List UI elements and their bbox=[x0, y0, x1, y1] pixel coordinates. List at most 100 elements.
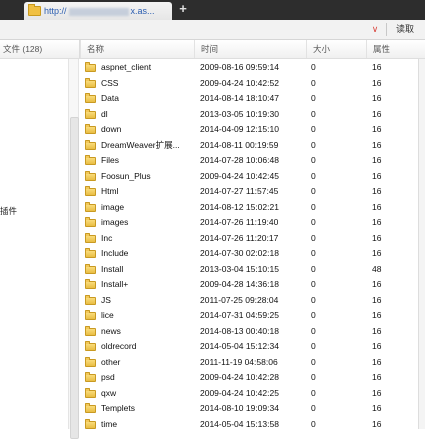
file-attr: 16 bbox=[372, 155, 382, 165]
file-attr: 16 bbox=[372, 248, 382, 258]
file-row[interactable]: image 2014-08-12 15:02:21 0 16 bbox=[80, 200, 425, 216]
tab-url: http:// x.as... bbox=[44, 6, 155, 16]
file-name: qxw bbox=[101, 387, 117, 398]
file-name: lice bbox=[101, 310, 114, 320]
file-row[interactable]: images 2014-07-26 11:19:40 0 16 bbox=[80, 215, 425, 231]
file-row[interactable]: Templets 2014-08-10 19:09:34 0 16 bbox=[80, 401, 425, 417]
folder-icon bbox=[85, 403, 96, 413]
file-row[interactable]: aspnet_client 2009-08-16 09:59:14 0 16 bbox=[80, 60, 425, 76]
folder-icon bbox=[85, 108, 96, 119]
file-name: image bbox=[101, 201, 125, 212]
file-size: 0 bbox=[311, 124, 316, 134]
column-header-time[interactable]: 时间 bbox=[194, 40, 306, 58]
new-tab-button[interactable]: + bbox=[176, 2, 190, 16]
file-attr: 16 bbox=[372, 418, 382, 429]
left-pane-scrollbar[interactable] bbox=[68, 59, 79, 439]
redacted-url bbox=[68, 7, 129, 16]
file-attr: 16 bbox=[372, 139, 382, 150]
file-row[interactable]: qxw 2009-04-24 10:42:25 0 16 bbox=[80, 386, 425, 402]
file-attr: 16 bbox=[372, 279, 382, 289]
file-name: time bbox=[101, 418, 118, 429]
toolbar-divider bbox=[386, 23, 387, 36]
file-row[interactable]: psd 2009-04-24 10:42:28 0 16 bbox=[80, 370, 425, 386]
folder-icon bbox=[85, 217, 96, 227]
file-size: 0 bbox=[311, 387, 316, 398]
file-name: psd bbox=[101, 372, 115, 382]
left-pane-header[interactable]: 文件 (128) bbox=[0, 40, 80, 58]
file-time: 2013-03-05 10:19:30 bbox=[200, 108, 279, 119]
file-size: 0 bbox=[311, 263, 316, 274]
file-size: 0 bbox=[311, 170, 316, 181]
file-row[interactable]: time 2014-05-04 15:13:58 0 16 bbox=[80, 417, 425, 433]
file-attr: 16 bbox=[372, 201, 382, 212]
folder-icon bbox=[85, 155, 96, 165]
file-attr: 16 bbox=[372, 341, 382, 351]
file-name: Templets bbox=[101, 403, 136, 413]
file-name: aspnet_client bbox=[101, 62, 152, 72]
file-row[interactable]: news 2014-08-13 00:40:18 0 16 bbox=[80, 324, 425, 340]
column-header-size[interactable]: 大小 bbox=[306, 40, 366, 58]
file-attr: 16 bbox=[372, 403, 382, 413]
file-name: Inc bbox=[101, 232, 113, 243]
folder-icon bbox=[85, 294, 96, 305]
folder-icon bbox=[85, 232, 96, 243]
file-list-scrollbar[interactable] bbox=[418, 59, 425, 429]
file-time: 2011-07-25 09:28:04 bbox=[200, 294, 279, 305]
file-size: 0 bbox=[311, 279, 316, 289]
file-time: 2014-05-04 15:13:58 bbox=[200, 418, 279, 429]
file-row[interactable]: Data 2014-08-14 18:10:47 0 16 bbox=[80, 91, 425, 107]
file-name: Foosun_Plus bbox=[101, 170, 151, 181]
file-attr: 16 bbox=[372, 186, 382, 196]
column-header-name[interactable]: 名称 bbox=[80, 40, 194, 58]
file-name: down bbox=[101, 124, 122, 134]
folder-icon bbox=[85, 124, 96, 134]
file-row[interactable]: dl 2013-03-05 10:19:30 0 16 bbox=[80, 107, 425, 123]
folder-icon bbox=[85, 310, 96, 320]
folder-icon bbox=[85, 139, 96, 150]
file-time: 2014-07-27 11:57:45 bbox=[200, 186, 279, 196]
toolbar: ∨ 读取 bbox=[0, 20, 425, 40]
file-row[interactable]: CSS 2009-04-24 10:42:52 0 16 bbox=[80, 76, 425, 92]
file-row[interactable]: DreamWeaver扩展... 2014-08-11 00:19:59 0 16 bbox=[80, 138, 425, 154]
left-pane-plugin-item[interactable]: 插件 bbox=[0, 205, 17, 217]
file-name: Include bbox=[101, 248, 129, 258]
scrollbar-thumb[interactable] bbox=[70, 117, 79, 439]
file-size: 0 bbox=[311, 372, 316, 382]
file-attr: 48 bbox=[372, 263, 382, 274]
file-row[interactable]: Inc 2014-07-26 11:20:17 0 16 bbox=[80, 231, 425, 247]
file-row[interactable]: Html 2014-07-27 11:57:45 0 16 bbox=[80, 184, 425, 200]
file-row[interactable]: down 2014-04-09 12:15:10 0 16 bbox=[80, 122, 425, 138]
file-list: aspnet_client 2009-08-16 09:59:14 0 16 CSS 20… bbox=[80, 60, 425, 432]
file-row[interactable]: oldrecord 2014-05-04 15:12:34 0 16 bbox=[80, 339, 425, 355]
folder-icon bbox=[28, 4, 41, 16]
file-row[interactable]: Include 2014-07-30 02:02:18 0 16 bbox=[80, 246, 425, 262]
file-time: 2014-07-28 10:06:48 bbox=[200, 155, 279, 165]
folder-icon bbox=[85, 372, 96, 382]
file-name: Install+ bbox=[101, 279, 129, 289]
column-header-attr[interactable]: 属性 bbox=[366, 40, 418, 58]
file-name: dl bbox=[101, 108, 108, 119]
file-time: 2014-05-04 15:12:34 bbox=[200, 341, 279, 351]
file-name: Data bbox=[101, 93, 119, 103]
file-time: 2014-07-26 11:19:40 bbox=[200, 217, 279, 227]
file-time: 2014-07-26 11:20:17 bbox=[200, 232, 279, 243]
file-row[interactable]: JS 2011-07-25 09:28:04 0 16 bbox=[80, 293, 425, 309]
chevron-down-icon[interactable]: ∨ bbox=[368, 24, 382, 35]
read-button[interactable]: 读取 bbox=[396, 23, 414, 36]
file-size: 0 bbox=[311, 155, 316, 165]
browser-tab[interactable]: http:// x.as... bbox=[24, 2, 172, 20]
left-pane: 插件 bbox=[0, 59, 68, 429]
tab-url-prefix: http:// bbox=[44, 6, 67, 16]
file-row[interactable]: other 2011-11-19 04:58:06 0 16 bbox=[80, 355, 425, 371]
file-row[interactable]: lice 2014-07-31 04:59:25 0 16 bbox=[80, 308, 425, 324]
folder-icon bbox=[85, 201, 96, 212]
file-attr: 16 bbox=[372, 232, 382, 243]
file-size: 0 bbox=[311, 232, 316, 243]
file-row[interactable]: Install 2013-03-04 15:10:15 0 48 bbox=[80, 262, 425, 278]
file-row[interactable]: Files 2014-07-28 10:06:48 0 16 bbox=[80, 153, 425, 169]
file-time: 2014-07-30 02:02:18 bbox=[200, 248, 279, 258]
file-row[interactable]: Foosun_Plus 2009-04-24 10:42:45 0 16 bbox=[80, 169, 425, 185]
file-name: Install bbox=[101, 263, 124, 274]
file-time: 2014-08-11 00:19:59 bbox=[200, 139, 279, 150]
file-row[interactable]: Install+ 2009-04-28 14:36:18 0 16 bbox=[80, 277, 425, 293]
